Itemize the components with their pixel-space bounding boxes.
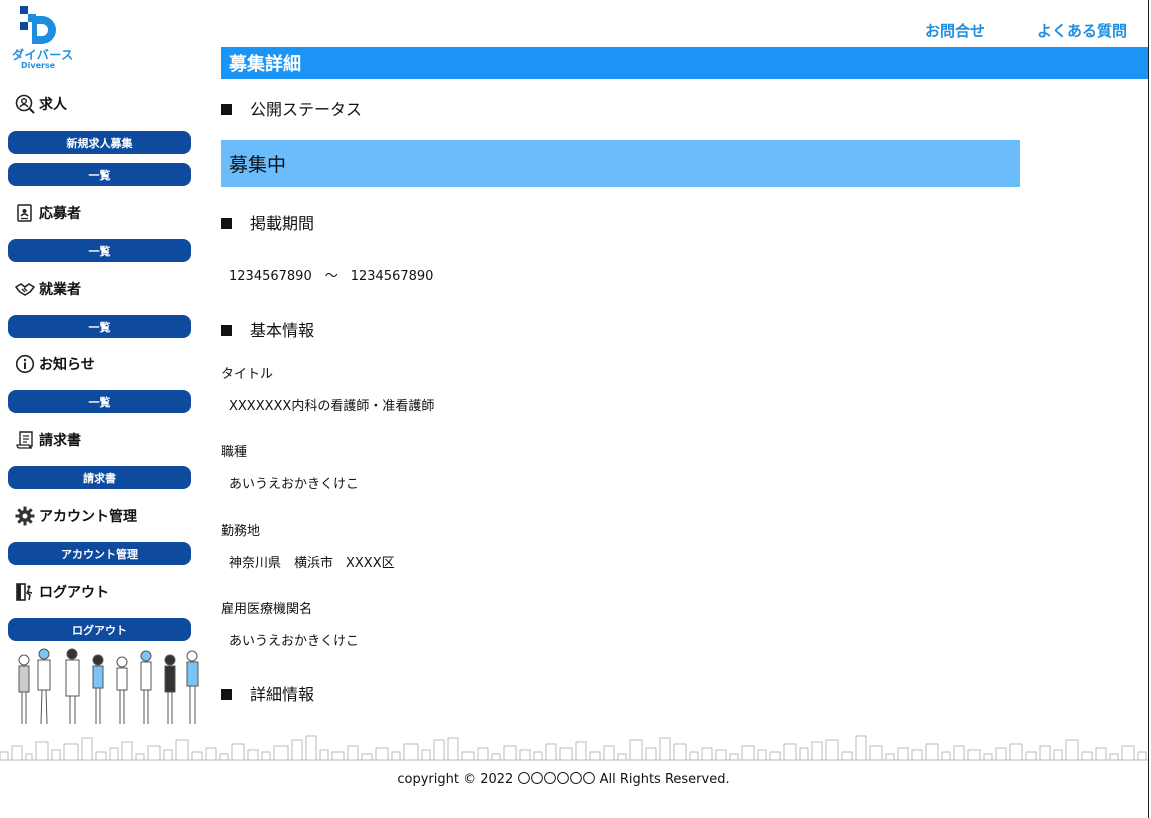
section-heading: 公開ステータス <box>250 100 363 119</box>
worker-list-button[interactable]: 一覧 <box>8 315 191 338</box>
period-value: 1234567890 ～ 1234567890 <box>229 269 434 284</box>
sidebar-heading-label: 就業者 <box>39 282 81 298</box>
sidebar-heading-jobs[interactable]: 求人 <box>15 93 67 115</box>
contact-link[interactable]: お問合せ <box>925 20 985 41</box>
sidebar-heading-account[interactable]: アカウント管理 <box>15 505 137 527</box>
sidebar-heading-applicants[interactable]: 応募者 <box>15 202 81 224</box>
square-bullet-icon <box>221 218 232 229</box>
info-icon <box>15 354 35 374</box>
field-label-facility: 雇用医療機関名 <box>221 602 313 617</box>
logout-button[interactable]: ログアウト <box>8 618 191 641</box>
invoice-button[interactable]: 請求書 <box>8 466 191 489</box>
square-bullet-icon <box>221 325 232 336</box>
staff-illustration <box>18 648 199 725</box>
section-basic-info: 基本情報 <box>221 317 314 341</box>
section-detail-info: 詳細情報 <box>221 681 314 705</box>
sidebar-heading-label: ログアウト <box>39 585 109 601</box>
logout-icon <box>15 582 35 602</box>
square-bullet-icon <box>221 689 232 700</box>
sidebar-heading-label: 応募者 <box>39 206 81 222</box>
section-period: 掲載期間 <box>221 210 314 234</box>
sidebar-heading-label: 請求書 <box>39 433 81 449</box>
sidebar-heading-label: お知らせ <box>39 357 95 373</box>
job-list-button[interactable]: 一覧 <box>8 163 191 186</box>
city-skyline-decoration <box>0 735 1148 761</box>
field-label-location: 勤務地 <box>221 524 261 539</box>
sidebar-heading-label: アカウント管理 <box>39 509 137 525</box>
field-value-facility: あいうえおかきくけこ <box>229 634 360 649</box>
page-title: 募集詳細 <box>221 47 1148 79</box>
document-person-icon <box>15 203 35 223</box>
gear-icon <box>15 506 35 526</box>
handshake-icon <box>15 279 35 299</box>
sidebar-heading-label: 求人 <box>39 97 67 113</box>
sidebar-heading-workers[interactable]: 就業者 <box>15 278 81 300</box>
sidebar-heading-logout[interactable]: ログアウト <box>15 581 109 603</box>
field-label-occupation: 職種 <box>221 445 248 460</box>
search-person-icon <box>15 94 35 114</box>
account-button[interactable]: アカウント管理 <box>8 542 191 565</box>
sidebar: ダイバース Diverse 求人 新規求人募集 一覧 応募者 一覧 就業者 一覧… <box>0 0 210 818</box>
section-public-status: 公開ステータス <box>221 96 362 120</box>
field-value-location: 神奈川県 横浜市 XXXX区 <box>229 556 395 571</box>
square-bullet-icon <box>221 104 232 115</box>
sidebar-heading-notices[interactable]: お知らせ <box>15 353 95 375</box>
field-value-title: XXXXXXX内科の看護師・准看護師 <box>229 399 435 414</box>
receipt-icon <box>15 430 35 450</box>
field-value-occupation: あいうえおかきくけこ <box>229 477 360 492</box>
status-value: 募集中 <box>221 140 1020 187</box>
section-heading: 掲載期間 <box>250 214 315 233</box>
applicant-list-button[interactable]: 一覧 <box>8 239 191 262</box>
brand-subname: Diverse <box>21 61 56 70</box>
section-heading: 基本情報 <box>250 321 315 340</box>
field-label-title: タイトル <box>221 367 274 382</box>
section-heading: 詳細情報 <box>250 685 315 704</box>
page-right-border <box>1148 0 1149 818</box>
faq-link[interactable]: よくある質問 <box>1037 20 1127 41</box>
copyright: copyright © 2022 〇〇〇〇〇〇 All Rights Reser… <box>397 772 730 787</box>
notice-list-button[interactable]: 一覧 <box>8 390 191 413</box>
new-job-button[interactable]: 新規求人募集 <box>8 131 191 154</box>
sidebar-heading-invoices[interactable]: 請求書 <box>15 429 81 451</box>
